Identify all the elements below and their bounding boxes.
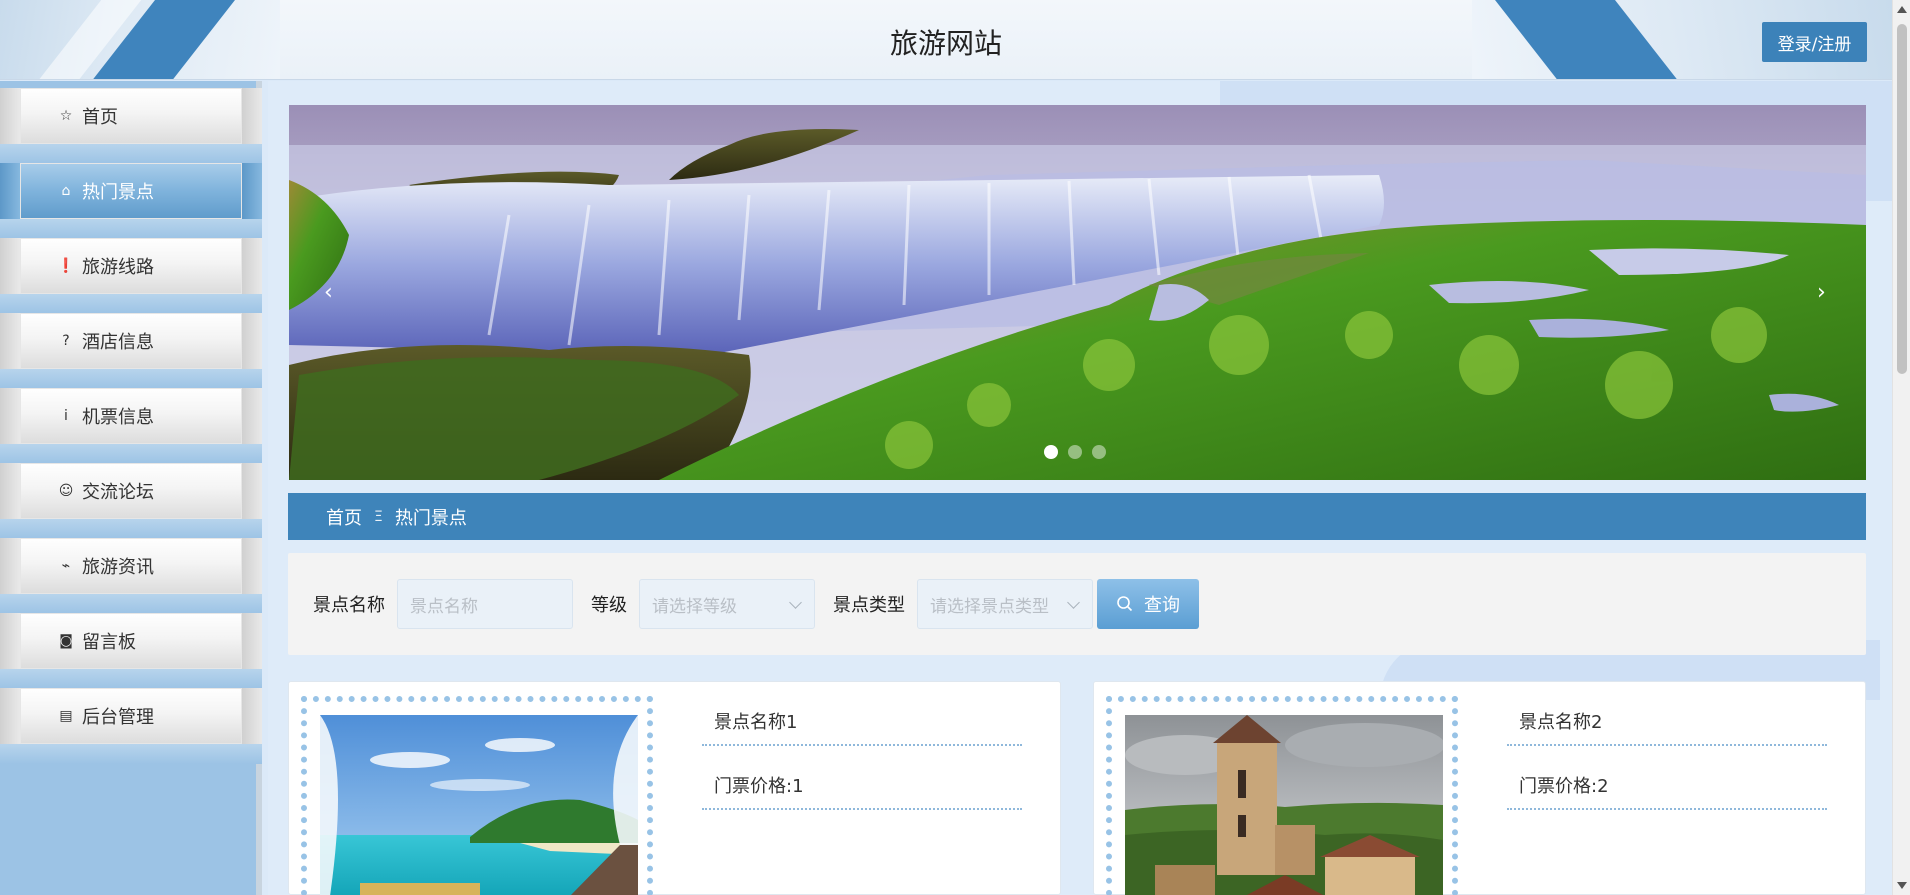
sidebar-item-4[interactable]: ? 酒店信息 [20, 313, 242, 369]
sidebar-divider [0, 219, 262, 239]
sidebar-item-edge [0, 613, 20, 669]
sidebar-item-label: 酒店信息 [82, 332, 154, 353]
scroll-up-arrow-icon[interactable] [1897, 6, 1907, 13]
sidebar-divider [0, 744, 262, 764]
question-icon: ? [62, 333, 70, 349]
sidebar-item-1[interactable]: ☆ 首页 [20, 88, 242, 144]
sidebar-item-edge [242, 88, 262, 144]
search-button[interactable]: 查询 [1097, 579, 1199, 629]
breadcrumb-separator-icon: Ξ [374, 508, 383, 525]
sidebar-item-label: 机票信息 [82, 407, 154, 428]
sidebar-item-label: 旅游资讯 [82, 557, 154, 578]
carousel-dot-2[interactable] [1068, 445, 1082, 459]
search-filter-bar: 景点名称 景点名称 等级 请选择等级 景点类型 请选择景点类型 查询 [288, 553, 1866, 655]
carousel-dot-3[interactable] [1092, 445, 1106, 459]
sidebar-item-edge [242, 613, 262, 669]
sidebar-divider [0, 519, 262, 539]
sidebar-item-label: 旅游线路 [82, 257, 154, 278]
sidebar-item-edge [242, 463, 262, 519]
sidebar-item-6[interactable]: ☺ 交流论坛 [20, 463, 242, 519]
level-filter-label: 等级 [591, 595, 627, 616]
vertical-scrollbar[interactable] [1892, 0, 1910, 895]
carousel-indicators [1044, 445, 1106, 459]
sidebar-divider [0, 594, 262, 614]
attraction-card[interactable]: 景点名称1 门票价格:1 [288, 681, 1061, 895]
carousel-prev-button[interactable]: ‹ [324, 280, 333, 305]
trend-icon: ⌁ [61, 558, 71, 574]
sidebar-divider [0, 294, 262, 314]
scroll-thumb[interactable] [1897, 24, 1907, 374]
type-select-placeholder: 请选择景点类型 [930, 596, 1049, 617]
sidebar-item-edge [242, 163, 262, 219]
sidebar-divider [0, 444, 262, 464]
chevron-down-icon [789, 596, 802, 609]
sidebar-item-label: 留言板 [82, 632, 136, 653]
sidebar-item-label: 热门景点 [82, 182, 154, 203]
sidebar-divider [0, 669, 262, 689]
level-select-placeholder: 请选择等级 [652, 596, 737, 617]
ticket-price: 门票价格:2 [1507, 772, 1827, 810]
name-input-placeholder: 景点名称 [410, 596, 478, 617]
info-icon: i [64, 408, 68, 424]
sidebar-item-edge [0, 538, 20, 594]
sidebar-item-edge [0, 688, 20, 744]
sidebar-item-label: 首页 [82, 107, 118, 128]
breadcrumb: 首页 Ξ 热门景点 [288, 493, 1866, 540]
sidebar-item-label: 后台管理 [82, 707, 154, 728]
search-icon [1117, 596, 1133, 612]
sidebar-item-edge [0, 388, 20, 444]
sidebar-item-9[interactable]: ▤ 后台管理 [20, 688, 242, 744]
sidebar-item-3[interactable]: ❗ 旅游线路 [20, 238, 242, 294]
sidebar-item-2[interactable]: ⌂ 热门景点 [20, 163, 242, 219]
site-header: 旅游网站 登录/注册 [0, 0, 1892, 80]
alert-icon: ❗ [57, 258, 75, 274]
type-select[interactable]: 请选择景点类型 [917, 579, 1093, 629]
ticket-price: 门票价格:1 [702, 772, 1022, 810]
carousel-dot-1[interactable] [1044, 445, 1058, 459]
sidebar-item-edge [242, 388, 262, 444]
waterfall-photo [289, 105, 1866, 480]
briefcase-icon: ▤ [59, 708, 73, 724]
bag-icon: ⌂ [61, 183, 71, 199]
sidebar-item-7[interactable]: ⌁ 旅游资讯 [20, 538, 242, 594]
attraction-image[interactable] [320, 715, 638, 895]
attraction-image[interactable] [1125, 715, 1443, 895]
carousel-next-button[interactable]: › [1817, 280, 1826, 305]
sidebar-item-edge [0, 313, 20, 369]
name-search-input[interactable]: 景点名称 [397, 579, 573, 629]
sidebar-item-edge [0, 163, 20, 219]
sidebar-item-edge [242, 238, 262, 294]
star-icon: ☆ [59, 108, 73, 124]
scroll-down-arrow-icon[interactable] [1897, 882, 1907, 889]
sidebar-item-8[interactable]: ◙ 留言板 [20, 613, 242, 669]
chat-icon: ☺ [58, 483, 74, 499]
carousel-banner[interactable] [289, 105, 1866, 480]
attraction-card[interactable]: 景点名称2 门票价格:2 [1093, 681, 1866, 895]
sidebar-item-edge [242, 688, 262, 744]
sidebar-divider [0, 369, 262, 389]
sidebar-item-edge [0, 463, 20, 519]
camera-icon: ◙ [59, 633, 73, 649]
breadcrumb-home[interactable]: 首页 [326, 504, 362, 530]
search-button-label: 查询 [1144, 595, 1180, 616]
sidebar-item-edge [242, 538, 262, 594]
sidebar-item-5[interactable]: i 机票信息 [20, 388, 242, 444]
sidebar-divider [0, 144, 262, 164]
sidebar-item-label: 交流论坛 [82, 482, 154, 503]
sidebar-item-edge [242, 313, 262, 369]
site-title: 旅游网站 [889, 27, 1002, 60]
type-filter-label: 景点类型 [833, 595, 905, 616]
chevron-down-icon [1067, 596, 1080, 609]
sidebar-item-edge [0, 238, 20, 294]
breadcrumb-current: 热门景点 [394, 507, 467, 529]
login-register-button[interactable]: 登录/注册 [1762, 22, 1867, 62]
sidebar-item-edge [0, 88, 20, 144]
name-filter-label: 景点名称 [313, 595, 385, 616]
attraction-name: 景点名称1 [702, 708, 1022, 746]
level-select[interactable]: 请选择等级 [639, 579, 815, 629]
attraction-name: 景点名称2 [1507, 708, 1827, 746]
